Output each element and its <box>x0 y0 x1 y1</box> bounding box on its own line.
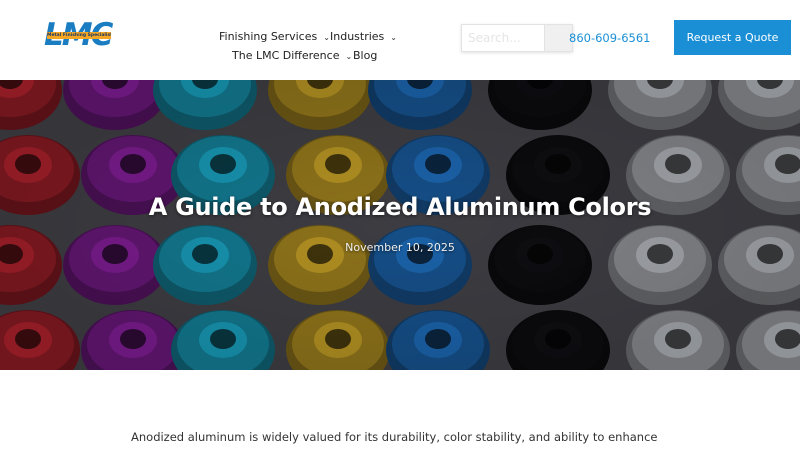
request-quote-button[interactable]: Request a Quote <box>674 20 791 55</box>
search-button[interactable] <box>544 25 572 51</box>
search-form <box>461 24 573 52</box>
phone-link[interactable]: 860-609-6561 <box>569 31 650 45</box>
article-body: Anodized aluminum is widely valued for i… <box>131 428 671 450</box>
chevron-down-icon: ⌄ <box>345 52 353 61</box>
nav-label: Blog <box>353 49 378 62</box>
search-input[interactable] <box>462 25 545 51</box>
hero-overlay <box>0 80 800 370</box>
nav-label: Finishing Services <box>219 30 318 43</box>
nav-label: Industries <box>330 30 385 43</box>
hero-banner: A Guide to Anodized Aluminum Colors Nove… <box>0 80 800 370</box>
article-paragraph: Anodized aluminum is widely valued for i… <box>131 430 658 450</box>
site-header: LMC Metal Finishing Specialists Finishin… <box>0 0 800 80</box>
post-title: A Guide to Anodized Aluminum Colors <box>148 193 652 221</box>
lmc-logo[interactable]: LMC Metal Finishing Specialists <box>44 15 113 57</box>
nav-item-blog[interactable]: Blog <box>353 49 377 62</box>
chevron-down-icon: ⌄ <box>390 33 397 42</box>
logo-tagline: Metal Finishing Specialists <box>47 32 111 39</box>
nav-item-finishing-services[interactable]: Finishing Services ⌄ <box>219 30 330 43</box>
nav-item-industries[interactable]: Industries ⌄ <box>330 30 397 43</box>
nav-label: The LMC Difference <box>232 49 340 62</box>
nav-item-lmc-difference[interactable]: The LMC Difference ⌄ <box>232 49 352 62</box>
post-date: November 10, 2025 <box>345 241 455 254</box>
chevron-down-icon: ⌄ <box>323 33 330 42</box>
